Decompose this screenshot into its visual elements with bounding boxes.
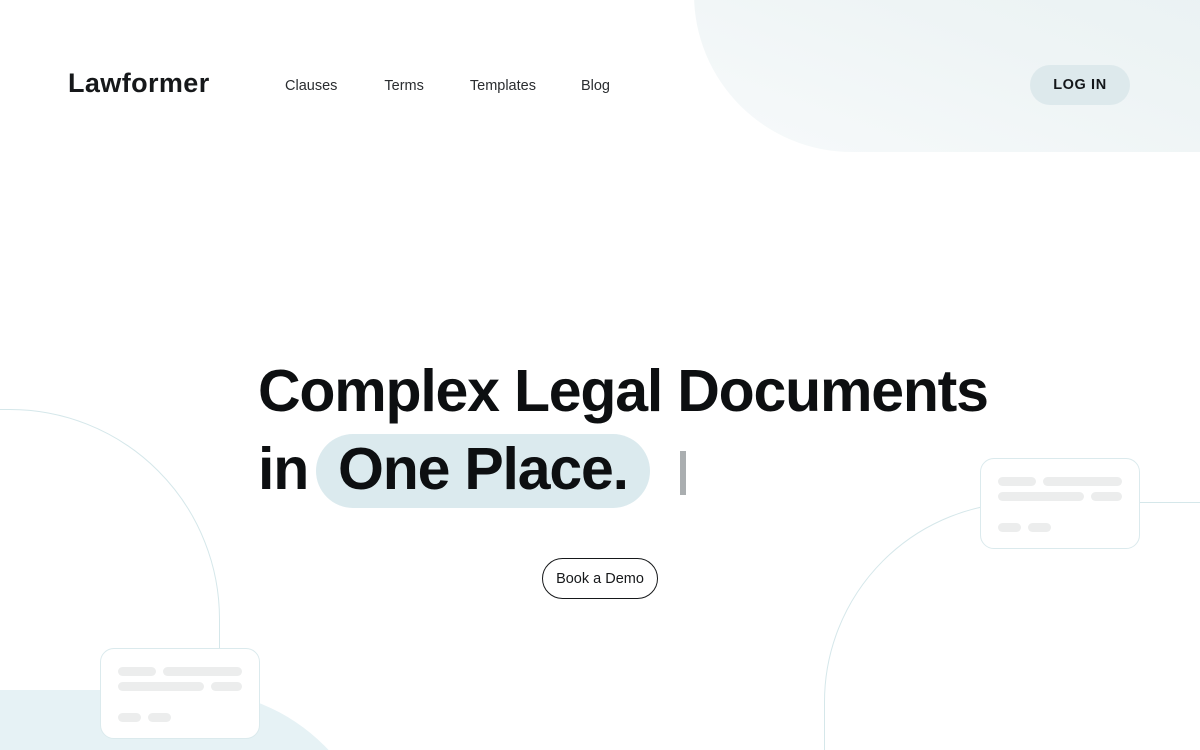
skeleton-bar <box>1042 477 1122 486</box>
skeleton-row <box>118 682 242 691</box>
headline-prefix: in <box>258 436 309 502</box>
skeleton-bar <box>118 667 156 676</box>
nav-link-clauses[interactable]: Clauses <box>285 77 337 95</box>
headline-highlight: One Place. <box>316 434 650 508</box>
skeleton-bar <box>118 682 204 691</box>
headline-line-2: in One Place. <box>258 430 1018 508</box>
skeleton-bar <box>162 667 242 676</box>
main-navigation: Clauses Terms Templates Blog <box>285 77 610 95</box>
skeleton-bar <box>1028 523 1051 532</box>
skeleton-bar <box>118 713 141 722</box>
headline-line-1: Complex Legal Documents <box>258 358 989 424</box>
brand-logo[interactable]: Lawformer <box>68 70 210 97</box>
skeleton-spacer <box>998 507 1122 523</box>
site-header: Lawformer Clauses Terms Templates Blog L… <box>0 0 1200 152</box>
nav-link-terms[interactable]: Terms <box>384 77 423 95</box>
skeleton-row <box>118 713 242 722</box>
skeleton-row <box>998 523 1122 532</box>
skeleton-bar <box>1090 492 1122 501</box>
skeleton-bar <box>148 713 171 722</box>
hero-headline: Complex Legal Documents in One Place. <box>258 352 1018 508</box>
nav-link-blog[interactable]: Blog <box>581 77 610 95</box>
skeleton-bar <box>210 682 242 691</box>
login-button[interactable]: LOG IN <box>1030 65 1130 105</box>
skeleton-spacer <box>118 697 242 713</box>
book-a-demo-button[interactable]: Book a Demo <box>542 558 658 599</box>
text-caret-icon <box>679 451 686 495</box>
skeleton-row <box>118 667 242 676</box>
nav-link-templates[interactable]: Templates <box>470 77 536 95</box>
skeleton-bar <box>998 523 1021 532</box>
document-skeleton-card-left <box>100 648 260 739</box>
